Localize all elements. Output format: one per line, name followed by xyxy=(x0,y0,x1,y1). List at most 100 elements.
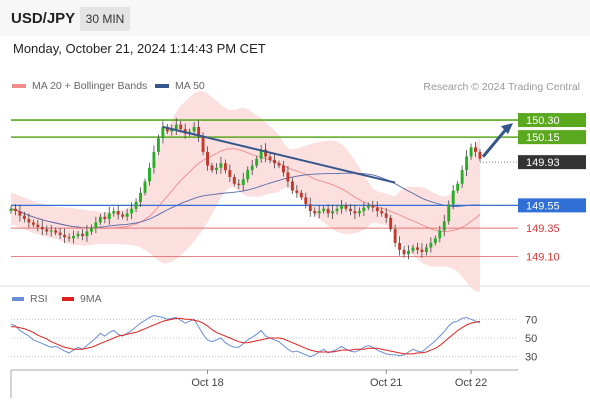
candle-body xyxy=(416,247,419,250)
candle-body xyxy=(9,208,13,212)
candle-body xyxy=(340,205,343,209)
candle-body xyxy=(451,190,455,205)
candle-body xyxy=(103,216,107,220)
candle-body xyxy=(424,247,428,253)
candle-body xyxy=(255,158,259,166)
candle-body xyxy=(420,249,424,253)
candle-body xyxy=(353,211,357,214)
candle-body xyxy=(179,124,183,130)
candle-body xyxy=(246,170,250,180)
candle-body xyxy=(273,159,276,164)
candle-body xyxy=(121,214,125,217)
candle-body xyxy=(478,151,482,159)
forecast-arrow-shaft xyxy=(481,127,509,158)
candle-body xyxy=(49,230,53,232)
candle-body xyxy=(366,205,370,208)
candle-body xyxy=(465,156,469,171)
candle-body xyxy=(304,197,308,205)
candle-body xyxy=(282,165,285,173)
candle-body xyxy=(228,170,232,177)
candle-body xyxy=(442,221,446,231)
x-tick-label: Oct 18 xyxy=(191,377,223,389)
candle-body xyxy=(380,211,384,214)
candle-body xyxy=(148,167,151,182)
candle-body xyxy=(474,147,477,152)
resistance-label: 150.15 xyxy=(526,132,560,144)
candle-body xyxy=(27,219,31,223)
candle-body xyxy=(215,167,218,171)
candle-body xyxy=(447,204,451,222)
candle-body xyxy=(335,208,339,212)
rsi-tick-label: 70 xyxy=(525,314,537,326)
candle-body xyxy=(286,172,290,182)
candle-body xyxy=(362,207,366,212)
candle-body xyxy=(232,176,236,184)
candle-body xyxy=(174,124,178,130)
candle-body xyxy=(85,231,89,237)
candle-body xyxy=(237,183,241,185)
candle-body xyxy=(143,181,147,193)
chart-canvas: 150.30 150.15 149.93 149.55 149.35 149.10 30 50… xyxy=(0,91,590,398)
candle-body xyxy=(308,204,312,212)
candle-body xyxy=(371,205,375,208)
candle-body xyxy=(161,126,165,139)
pivot-label: 149.55 xyxy=(526,200,560,212)
candle-body xyxy=(67,237,71,239)
candle-body xyxy=(344,205,348,209)
support-label: 149.10 xyxy=(526,252,560,264)
candle-body xyxy=(331,211,335,214)
candle-body xyxy=(398,242,402,250)
candle-body xyxy=(116,211,120,215)
candle-body xyxy=(210,165,214,171)
candle-body xyxy=(14,208,17,212)
candle-body xyxy=(407,250,410,255)
candle-body xyxy=(219,163,223,168)
candle-body xyxy=(460,170,464,184)
candle-body xyxy=(357,211,361,214)
candle-body xyxy=(206,151,209,166)
rsi-line xyxy=(10,315,481,358)
candle-body xyxy=(81,233,84,237)
candle-body xyxy=(402,249,406,255)
candle-body xyxy=(45,229,49,232)
candle-body xyxy=(375,207,379,212)
candle-body xyxy=(156,138,160,152)
candle-body xyxy=(393,229,397,243)
candle-body xyxy=(54,230,58,233)
candle-body xyxy=(456,183,460,191)
candle-body xyxy=(322,208,326,212)
candle-body xyxy=(98,216,102,223)
candle-body xyxy=(290,181,294,191)
candle-body xyxy=(389,217,393,230)
candle-body xyxy=(349,208,352,212)
support-label: 149.35 xyxy=(526,223,560,235)
candle-body xyxy=(58,232,62,235)
candle-body xyxy=(89,228,93,232)
candle-body xyxy=(429,242,433,248)
candle-body xyxy=(130,208,134,214)
current-price-label: 149.93 xyxy=(526,157,560,169)
candle-body xyxy=(317,211,321,214)
candle-body xyxy=(295,190,299,193)
candle-body xyxy=(250,165,254,171)
x-tick-label: Oct 21 xyxy=(370,377,402,389)
candle-body xyxy=(438,230,442,239)
candle-body xyxy=(94,222,98,229)
candle-body xyxy=(469,147,473,157)
candle-body xyxy=(277,163,281,166)
candle-body xyxy=(125,213,129,217)
candle-body xyxy=(223,163,227,171)
candle-body xyxy=(72,236,75,239)
candle-body xyxy=(384,213,388,218)
x-tick-label: Oct 22 xyxy=(455,377,487,389)
candle-body xyxy=(63,234,67,238)
rsi-tick-label: 50 xyxy=(525,333,537,345)
candle-body xyxy=(313,211,317,214)
candle-body xyxy=(31,222,35,225)
resistance-label: 150.30 xyxy=(526,115,560,127)
candle-body xyxy=(326,208,330,214)
candle-body xyxy=(139,192,142,202)
candle-body xyxy=(433,238,437,243)
rsi-tick-label: 30 xyxy=(525,352,537,364)
candle-body xyxy=(40,226,44,230)
